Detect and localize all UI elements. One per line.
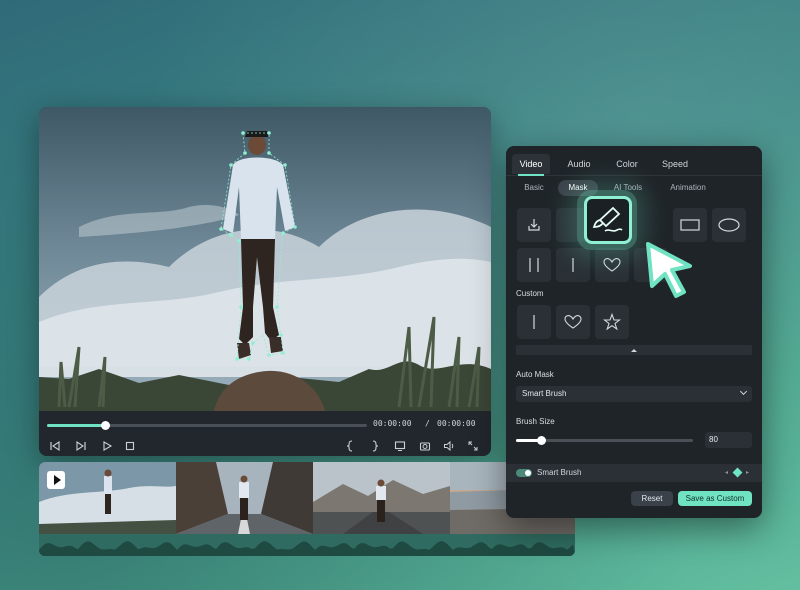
chevron-down-icon xyxy=(739,387,748,396)
ellipse-mask-button[interactable] xyxy=(712,208,746,242)
tab-speed[interactable]: Speed xyxy=(654,154,696,174)
custom-line-mask-button[interactable] xyxy=(517,305,551,339)
preview-play-badge[interactable] xyxy=(47,471,65,489)
brush-mask-button[interactable] xyxy=(584,196,632,244)
heart-icon xyxy=(603,258,621,272)
line-icon xyxy=(533,315,535,329)
mark-in-icon[interactable] xyxy=(344,440,356,452)
brush-icon xyxy=(592,206,623,232)
ellipse-icon xyxy=(718,218,740,232)
star-icon xyxy=(603,313,621,331)
line-icon xyxy=(572,258,574,272)
main-tabs: Video Audio Color Speed xyxy=(506,152,762,176)
display-icon[interactable] xyxy=(394,440,406,452)
heart-icon xyxy=(564,315,582,329)
double-line-icon xyxy=(529,258,539,272)
smart-brush-toggle[interactable] xyxy=(516,469,532,477)
total-time: 00:00:00 xyxy=(437,419,476,428)
brush-size-label: Brush Size xyxy=(516,417,555,426)
progress-handle[interactable] xyxy=(100,421,110,430)
volume-icon[interactable] xyxy=(443,440,455,452)
prev-frame-icon[interactable] xyxy=(49,440,61,452)
time-separator: / xyxy=(425,419,430,428)
current-time: 00:00:00 xyxy=(373,419,412,428)
fullscreen-icon[interactable] xyxy=(467,440,479,452)
tab-video[interactable]: Video xyxy=(512,154,550,176)
chevron-up-icon xyxy=(631,348,637,352)
rectangle-icon xyxy=(680,219,700,231)
heart-mask-button[interactable] xyxy=(595,248,629,282)
snapshot-icon[interactable] xyxy=(419,440,431,452)
import-mask-button[interactable] xyxy=(517,208,551,242)
brush-size-slider[interactable] xyxy=(516,436,693,445)
keyframe-icon[interactable] xyxy=(732,467,743,478)
tab-audio[interactable]: Audio xyxy=(558,154,600,174)
auto-mask-value: Smart Brush xyxy=(522,389,567,398)
collapse-toggle[interactable] xyxy=(516,345,752,355)
prev-keyframe-icon[interactable]: ◂ xyxy=(725,469,728,476)
custom-heart-mask-button[interactable] xyxy=(556,305,590,339)
double-line-mask-button[interactable] xyxy=(517,248,551,282)
auto-mask-label: Auto Mask xyxy=(516,370,554,379)
player-controls: 00:00:00 / 00:00:00 xyxy=(39,411,491,456)
smart-brush-row: Smart Brush ◂ ▸ xyxy=(506,464,762,482)
custom-section-label: Custom xyxy=(516,289,544,298)
play-icon xyxy=(53,475,61,485)
mouse-cursor-icon xyxy=(646,242,692,298)
clip-thumbnail[interactable] xyxy=(313,462,450,534)
save-as-custom-button[interactable]: Save as Custom xyxy=(678,491,752,506)
next-frame-icon[interactable] xyxy=(75,440,87,452)
subtab-animation[interactable]: Animation xyxy=(660,180,716,196)
playback-progress[interactable] xyxy=(47,421,367,430)
next-keyframe-icon[interactable]: ▸ xyxy=(746,469,749,476)
timeline xyxy=(39,462,575,556)
mark-out-icon[interactable] xyxy=(369,440,381,452)
smart-brush-label: Smart Brush xyxy=(537,468,582,477)
tab-color[interactable]: Color xyxy=(606,154,648,174)
single-line-mask-button[interactable] xyxy=(556,248,590,282)
clip-thumbnail[interactable] xyxy=(176,462,313,534)
video-preview[interactable] xyxy=(39,107,491,411)
rectangle-mask-button[interactable] xyxy=(673,208,707,242)
brush-size-input[interactable]: 80 xyxy=(705,432,752,448)
play-icon[interactable] xyxy=(101,440,113,452)
auto-mask-select[interactable]: Smart Brush xyxy=(516,386,752,402)
video-player: 00:00:00 / 00:00:00 xyxy=(39,107,491,456)
stop-icon[interactable] xyxy=(124,440,136,452)
clip-thumbnails[interactable] xyxy=(39,462,575,534)
subtab-basic[interactable]: Basic xyxy=(516,180,552,196)
progress-fill xyxy=(47,424,105,427)
import-icon xyxy=(528,219,540,231)
audio-waveform[interactable] xyxy=(39,534,575,556)
reset-button[interactable]: Reset xyxy=(631,491,673,506)
slider-handle[interactable] xyxy=(536,436,546,445)
custom-star-mask-button[interactable] xyxy=(595,305,629,339)
